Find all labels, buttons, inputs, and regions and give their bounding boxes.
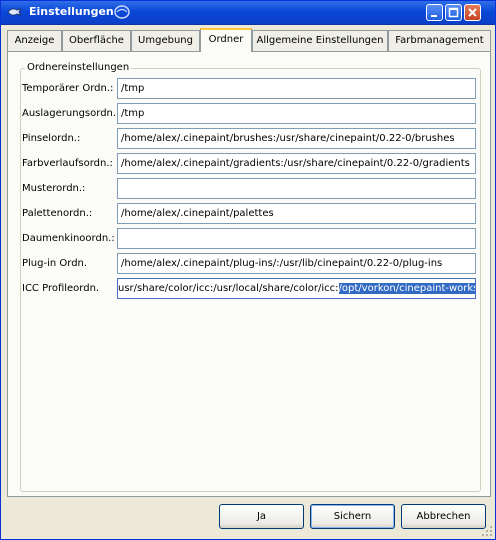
cinepaint-logo-icon xyxy=(114,5,130,19)
tab-anzeige[interactable]: Anzeige xyxy=(7,30,62,51)
folders-panel: Ordnereinstellungen Temporärer Ordn.: /t… xyxy=(7,51,491,497)
ja-button[interactable]: Ja xyxy=(219,504,304,529)
tab-allgemeine-einstellungen[interactable]: Allgemeine Einstellungen xyxy=(252,30,388,51)
sichern-button[interactable]: Sichern xyxy=(310,504,395,529)
tab-oberflaeche[interactable]: Oberfläche xyxy=(62,30,131,51)
flipbook-folder-field[interactable] xyxy=(117,228,476,249)
palette-folder-field[interactable]: /home/alex/.cinepaint/palettes xyxy=(117,203,476,224)
maximize-button[interactable] xyxy=(445,4,462,21)
icc-field-text: usr/share/color/icc:/usr/local/share/col… xyxy=(118,283,339,294)
gimp-pencil-icon xyxy=(7,8,23,16)
swap-folder-label: Auslagerungsordn.: xyxy=(22,108,120,119)
temp-folder-label: Temporärer Ordn.: xyxy=(22,83,114,94)
window-title: Einstellungen xyxy=(29,5,114,18)
icc-field-selection: /opt/vorkon/cinepaint-workshop xyxy=(338,283,475,294)
minimize-button[interactable] xyxy=(426,4,443,21)
tab-umgebung[interactable]: Umgebung xyxy=(131,30,200,51)
gradient-folder-label: Farbverlaufsordn.: xyxy=(22,158,113,169)
group-title: Ordnereinstellungen xyxy=(25,62,132,73)
swap-folder-field[interactable]: /tmp xyxy=(117,103,476,124)
resize-grip-icon[interactable] xyxy=(481,525,493,537)
brush-folder-field[interactable]: /home/alex/.cinepaint/brushes:/usr/share… xyxy=(117,128,476,149)
title-bar[interactable]: Einstellungen xyxy=(1,1,495,25)
close-icon xyxy=(468,8,477,17)
pattern-folder-label: Musterordn.: xyxy=(22,183,86,194)
abbrechen-button[interactable]: Abbrechen xyxy=(401,504,486,529)
close-button[interactable] xyxy=(464,4,481,21)
icc-profile-folder-field[interactable]: usr/share/color/icc:/usr/local/share/col… xyxy=(117,278,476,299)
palette-folder-label: Palettenordn.: xyxy=(22,208,93,219)
temp-folder-field[interactable]: /tmp xyxy=(117,78,476,99)
minimize-icon xyxy=(431,15,437,17)
preferences-window: Einstellungen Anzeige Oberfläche Umgebun… xyxy=(0,0,496,540)
tab-ordner[interactable]: Ordner xyxy=(200,28,252,52)
icc-profile-folder-label: ICC Profileordn. xyxy=(22,283,100,294)
gradient-folder-field[interactable]: /home/alex/.cinepaint/gradients:/usr/sha… xyxy=(117,153,476,174)
tab-bar: Anzeige Oberfläche Umgebung Ordner Allge… xyxy=(7,28,491,52)
tab-farbmanagement[interactable]: Farbmanagement xyxy=(388,30,491,51)
plugin-folder-label: Plug-in Ordn. xyxy=(22,258,88,269)
maximize-icon xyxy=(448,7,459,18)
pattern-folder-field[interactable] xyxy=(117,178,476,199)
brush-folder-label: Pinselordn.: xyxy=(22,133,81,144)
flipbook-folder-label: Daumenkinoordn.: xyxy=(22,233,115,244)
plugin-folder-field[interactable]: /home/alex/.cinepaint/plug-ins/:/usr/lib… xyxy=(117,253,476,274)
